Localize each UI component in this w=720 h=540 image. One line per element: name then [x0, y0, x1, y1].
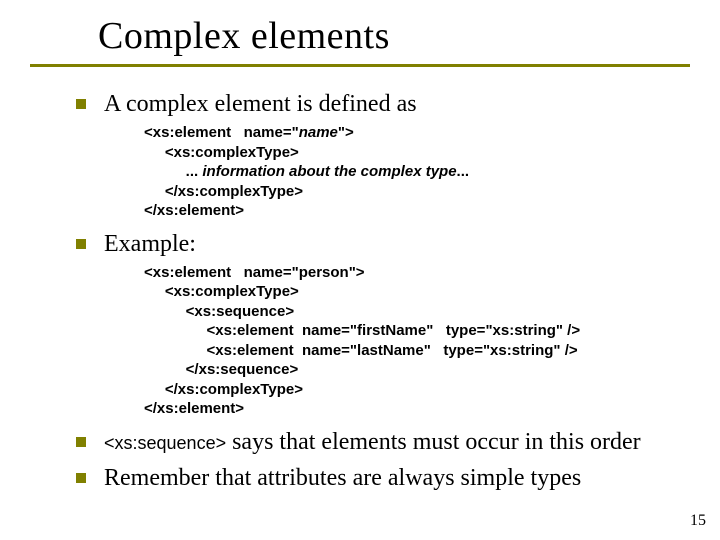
- code-line: ...: [144, 163, 202, 180]
- square-bullet-icon: [76, 437, 86, 447]
- bullet-item: <xs:sequence> says that elements must oc…: [76, 427, 692, 457]
- code-line: <xs:element name="firstName" type="xs:st…: [144, 322, 580, 339]
- code-block-definition: <xs:element name="name"> <xs:complexType…: [144, 123, 692, 221]
- code-line: </xs:element>: [144, 400, 244, 417]
- square-bullet-icon: [76, 473, 86, 483]
- code-line: <xs:element name="person">: [144, 264, 365, 281]
- content: A complex element is defined as <xs:elem…: [76, 89, 692, 493]
- code-line: ...: [457, 163, 470, 180]
- bullet-text: Example:: [104, 229, 196, 259]
- slide-title: Complex elements: [98, 14, 692, 58]
- page-number: 15: [690, 512, 706, 530]
- bullet-text: A complex element is defined as: [104, 89, 417, 119]
- square-bullet-icon: [76, 239, 86, 249]
- code-line: <xs:complexType>: [144, 144, 299, 161]
- bullet-item: Remember that attributes are always simp…: [76, 463, 692, 493]
- bullet-text: <xs:sequence> says that elements must oc…: [104, 427, 641, 457]
- code-line: <xs:sequence>: [144, 303, 294, 320]
- bullet-item: A complex element is defined as: [76, 89, 692, 119]
- inline-code: <xs:sequence>: [104, 433, 226, 453]
- square-bullet-icon: [76, 99, 86, 109]
- code-line: <xs:element name="lastName" type="xs:str…: [144, 342, 578, 359]
- bullet-text-tail: says that elements must occur in this or…: [226, 429, 641, 455]
- bullet-text: Remember that attributes are always simp…: [104, 463, 581, 493]
- bullet-item: Example:: [76, 229, 692, 259]
- title-block: Complex elements: [98, 14, 692, 58]
- title-underline: [30, 64, 690, 67]
- code-placeholder: information about the complex type: [202, 163, 456, 180]
- code-line: <xs:element name=": [144, 124, 299, 141]
- code-line: </xs:sequence>: [144, 361, 298, 378]
- code-placeholder: name: [299, 124, 338, 141]
- slide: Complex elements A complex element is de…: [0, 0, 720, 540]
- code-line: <xs:complexType>: [144, 283, 299, 300]
- code-line: </xs:element>: [144, 202, 244, 219]
- code-line: </xs:complexType>: [144, 381, 303, 398]
- code-block-example: <xs:element name="person"> <xs:complexTy…: [144, 263, 692, 419]
- code-line: </xs:complexType>: [144, 183, 303, 200]
- code-line: ">: [338, 124, 354, 141]
